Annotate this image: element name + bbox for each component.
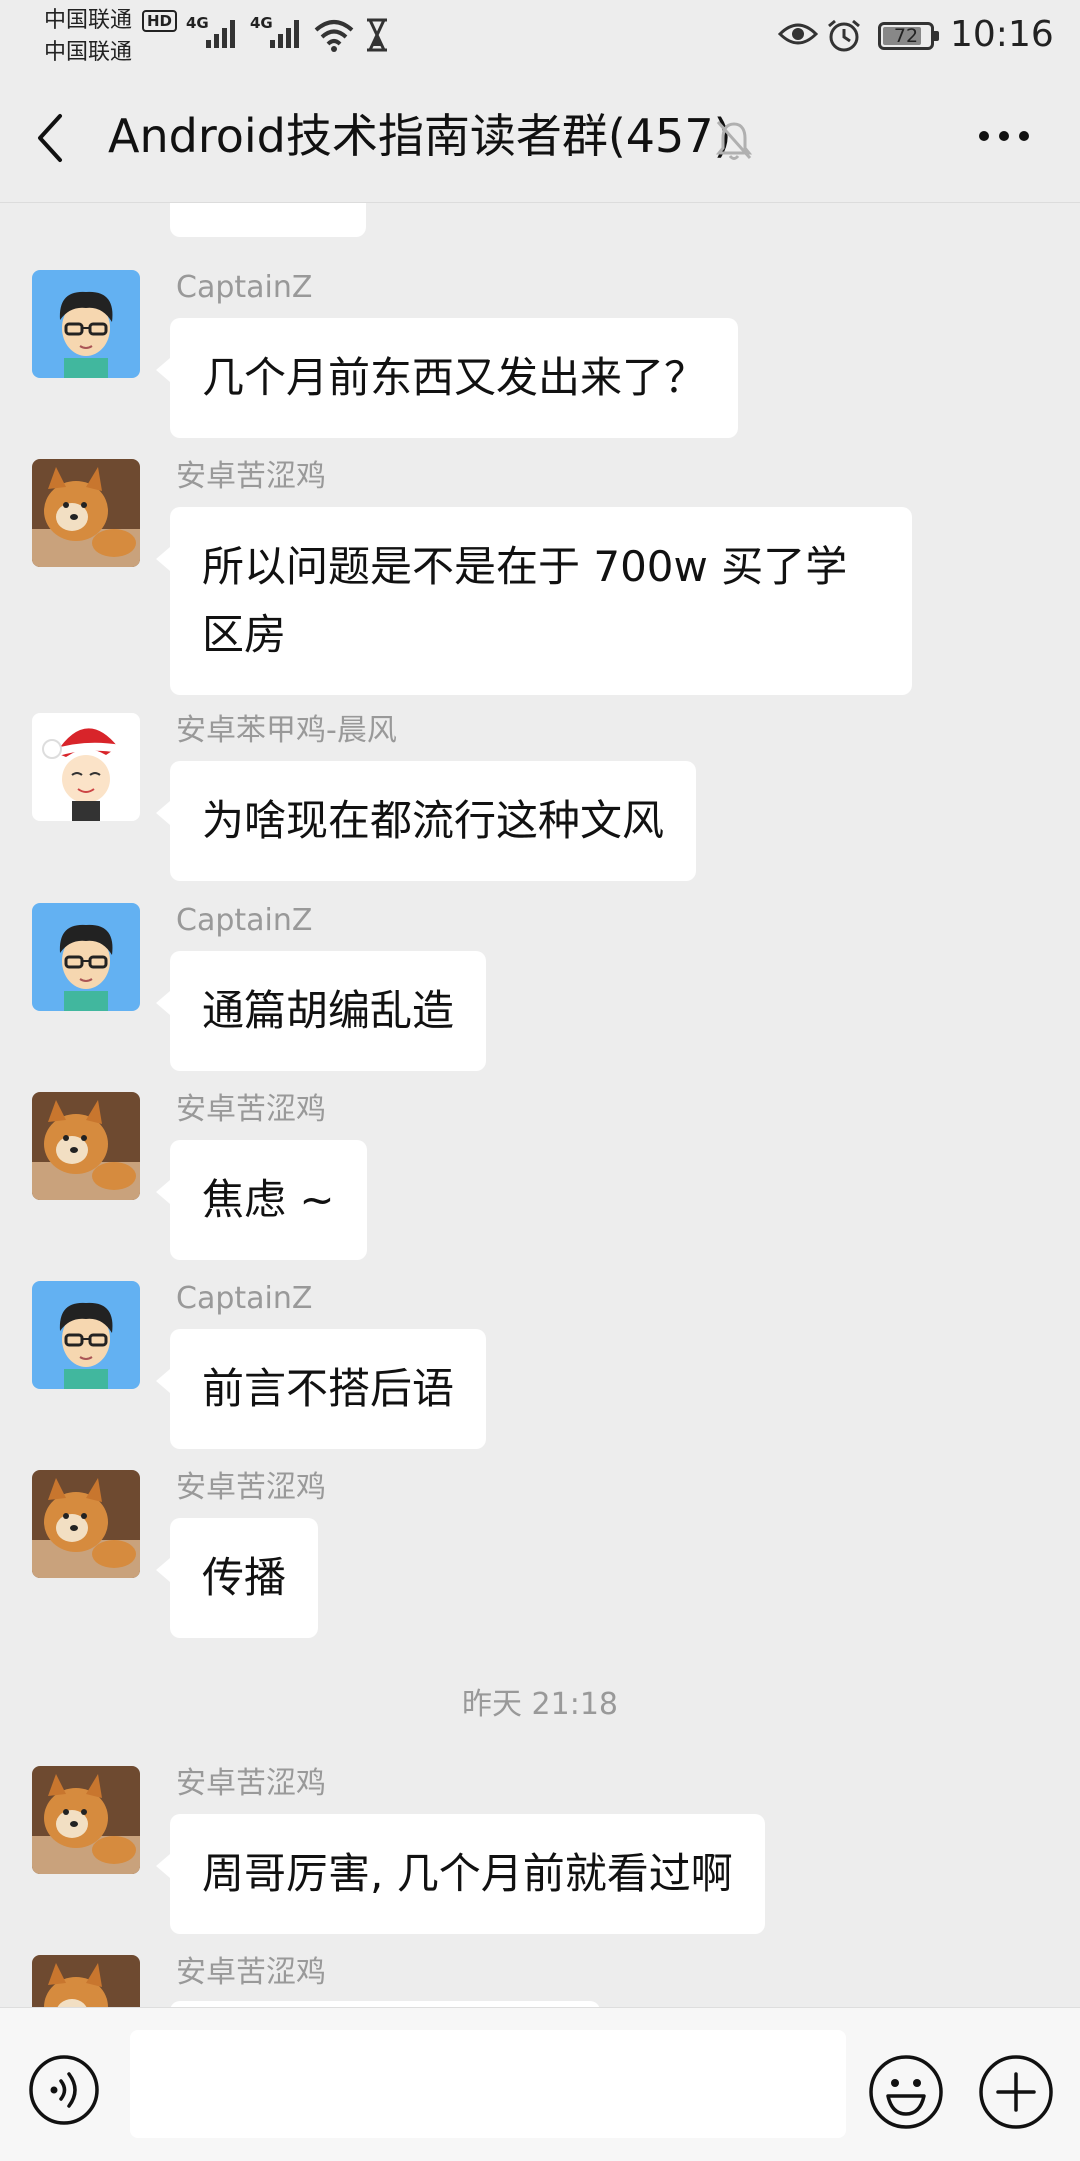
clock: 10:16: [950, 14, 1054, 55]
chat-title: Android技术指南读者群(457): [108, 109, 732, 163]
avatar[interactable]: [32, 1092, 140, 1200]
avatar[interactable]: [32, 903, 140, 1011]
message-bubble[interactable]: 为啥现在都流行这种文风: [155, 761, 697, 881]
sender-name: CaptainZ: [176, 270, 313, 305]
mute-bell-icon: [715, 121, 753, 160]
avatar[interactable]: [32, 270, 140, 378]
wifi-icon: [314, 20, 354, 52]
message-timestamp: 昨天 21:18: [462, 1687, 618, 1722]
sender-name: 安卓苦涩鸡: [176, 459, 326, 494]
message-bubble[interactable]: 传播: [155, 1518, 319, 1638]
avatar[interactable]: [32, 1470, 140, 1578]
sender-name: 安卓苦涩鸡: [176, 1092, 326, 1127]
hd-badge: HD: [142, 10, 178, 32]
sender-name: 安卓苦涩鸡: [176, 1766, 326, 1801]
avatar[interactable]: [32, 459, 140, 567]
message-input[interactable]: [130, 2030, 846, 2138]
input-bar: [0, 2007, 1080, 2161]
chat-header: Android技术指南读者群(457): [0, 70, 1080, 203]
battery-tip: [934, 31, 939, 41]
chat-messages[interactable]: CaptainZ 几个月前东西又发出来了？ 安卓苦涩鸡 所以问题是不是在于 70…: [0, 203, 1080, 2007]
message-bubble[interactable]: 几个月前东西又发出来了？: [155, 318, 739, 438]
hourglass-icon: [367, 18, 387, 52]
back-arrow-icon[interactable]: [30, 108, 70, 168]
signal-icon-2: [270, 20, 299, 48]
message-bubble[interactable]: 所以问题是不是在于 700w 买了学区房: [156, 507, 912, 695]
message-bubble[interactable]: 前言不搭后语: [155, 1329, 487, 1449]
message-bubble[interactable]: 焦虑 ~: [156, 1140, 367, 1260]
signal-icon: [206, 20, 235, 48]
sender-name: 安卓苦涩鸡: [176, 1955, 326, 1990]
avatar[interactable]: [32, 713, 140, 821]
battery-level: 72: [893, 25, 919, 47]
eye-icon: [778, 23, 818, 45]
avatar[interactable]: [32, 1281, 140, 1389]
voice-input-icon[interactable]: [28, 2054, 100, 2126]
add-attachment-icon[interactable]: [978, 2054, 1054, 2130]
avatar[interactable]: [32, 1955, 140, 2007]
sender-name: CaptainZ: [176, 903, 313, 938]
battery-icon: 72: [878, 22, 934, 50]
more-options-icon[interactable]: [976, 118, 1032, 154]
carrier-label-2: 中国联通: [44, 40, 133, 65]
message-bubble-partial: [170, 203, 366, 237]
carrier-label-1: 中国联通: [44, 8, 133, 33]
message-bubble[interactable]: 周哥厉害, 几个月前就看过啊: [156, 1814, 765, 1934]
avatar[interactable]: [32, 1766, 140, 1874]
status-bar: 中国联通 中国联通 HD 4G 4G 72 10:16: [0, 0, 1080, 70]
emoji-icon[interactable]: [868, 2054, 944, 2130]
message-bubble[interactable]: 通篇胡编乱造: [155, 951, 487, 1071]
sender-name: 安卓苦涩鸡: [176, 1470, 326, 1505]
sender-name: 安卓苯甲鸡-晨风: [176, 713, 397, 748]
sender-name: CaptainZ: [176, 1281, 313, 1316]
alarm-icon: [828, 19, 860, 52]
